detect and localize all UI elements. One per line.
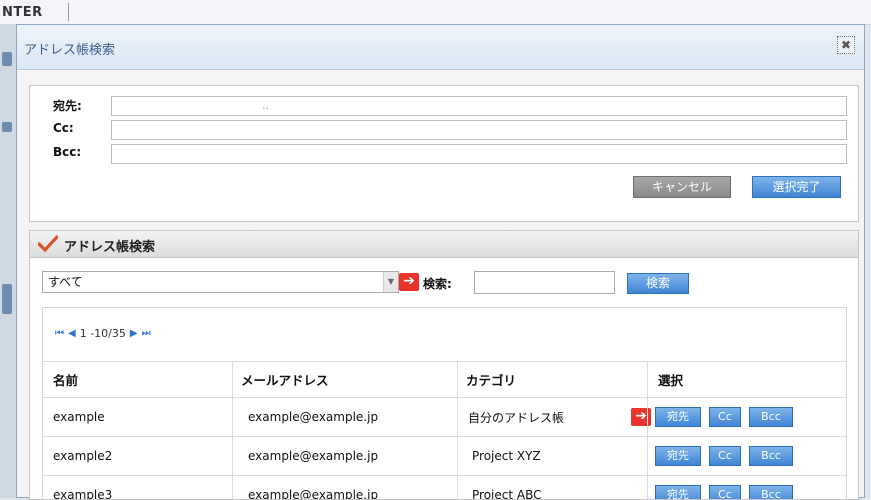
search-panel-title: アドレス帳検索 [64, 240, 156, 255]
cc-label: Cc: [53, 121, 74, 135]
done-button[interactable]: 選択完了 [752, 176, 841, 198]
row-select-actions: 宛先 Cc Bcc [655, 476, 801, 499]
background-app-title: NTER [2, 5, 43, 20]
row-category: Project ABC [472, 488, 542, 500]
table-row: example3 example@example.jp Project ABC … [43, 475, 846, 500]
add-cc-button[interactable]: Cc [709, 446, 741, 466]
table-row: example2 example@example.jp Project XYZ … [43, 436, 846, 475]
close-button[interactable]: ✖ [837, 36, 855, 54]
to-label: 宛先: [53, 99, 82, 113]
arrow-right-icon: ➔ [631, 408, 651, 426]
add-to-button[interactable]: 宛先 [655, 407, 701, 427]
table-header-row: 名前 メールアドレス カテゴリ 選択 [43, 361, 846, 397]
category-select[interactable]: すべて ▼ [42, 271, 399, 293]
row-select-actions: 宛先 Cc Bcc [655, 437, 801, 475]
background-chip [2, 52, 12, 66]
close-icon: ✖ [840, 38, 852, 52]
column-header-category: カテゴリ [466, 373, 517, 388]
tab-separator [68, 3, 69, 21]
row-name: example [53, 410, 105, 424]
add-cc-button[interactable]: Cc [709, 407, 741, 427]
background-chip [2, 284, 12, 314]
bcc-field[interactable] [111, 144, 847, 164]
first-page-icon[interactable]: ⏮ [55, 328, 64, 339]
column-header-name: 名前 [53, 373, 79, 388]
search-label: 検索: [423, 277, 452, 291]
row-category: Project XYZ [472, 449, 541, 463]
to-field[interactable]: .. [111, 96, 847, 116]
table-row: example example@example.jp 自分のアドレス帳 ➔ 宛先… [43, 397, 846, 436]
add-bcc-button[interactable]: Bcc [749, 407, 793, 427]
row-email: example@example.jp [248, 488, 379, 500]
background-left-strip [0, 24, 17, 498]
row-category: 自分のアドレス帳 [468, 410, 565, 425]
chevron-down-icon: ▼ [383, 272, 398, 292]
add-bcc-button[interactable]: Bcc [749, 446, 793, 466]
row-name: example2 [53, 449, 113, 463]
recipients-panel: 宛先: .. Cc: Bcc: キャンセル 選択完了 [29, 85, 859, 222]
address-table: 名前 メールアドレス カテゴリ 選択 example example@examp… [43, 361, 846, 500]
dialog-title: アドレス帳検索 [24, 43, 116, 58]
column-divider [457, 361, 458, 499]
column-header-email: メールアドレス [241, 373, 329, 388]
row-select-actions: ➔ 宛先 Cc Bcc [631, 398, 801, 436]
column-divider [232, 361, 233, 499]
background-app-bar: NTER [0, 0, 871, 25]
row-email: example@example.jp [248, 449, 379, 463]
bcc-label: Bcc: [53, 145, 82, 159]
checkmark-icon [38, 235, 58, 253]
row-email: example@example.jp [248, 410, 379, 424]
category-selected-value: すべて [48, 275, 83, 289]
add-to-button[interactable]: 宛先 [655, 446, 701, 466]
column-divider [647, 361, 648, 499]
arrow-right-icon: ➔ [399, 273, 419, 291]
search-panel-header: アドレス帳検索 [30, 231, 858, 258]
next-page-icon[interactable]: ▶ [130, 328, 138, 339]
address-book-dialog: アドレス帳検索 ✖ 宛先: .. Cc: Bcc: キャンセル 選択完了 アドレ… [16, 24, 865, 500]
page-range: 1 -10/35 [79, 327, 126, 340]
cancel-button[interactable]: キャンセル [633, 176, 731, 198]
prev-page-icon[interactable]: ◀ [68, 328, 76, 339]
search-input[interactable] [474, 271, 615, 294]
search-button[interactable]: 検索 [627, 273, 689, 294]
address-search-panel: アドレス帳検索 すべて ▼ ➔ 検索: 検索 ⏮ ◀ 1 -10/35 ▶ ⏭ … [29, 230, 859, 500]
pager: ⏮ ◀ 1 -10/35 ▶ ⏭ [55, 327, 151, 340]
row-name: example3 [53, 488, 113, 500]
dialog-header: アドレス帳検索 ✖ [17, 25, 864, 70]
background-chip [2, 122, 12, 132]
column-header-select: 選択 [658, 373, 684, 388]
last-page-icon[interactable]: ⏭ [142, 328, 151, 339]
cc-field[interactable] [111, 120, 847, 140]
results-panel: ⏮ ◀ 1 -10/35 ▶ ⏭ 名前 メールアドレス カテゴリ 選択 exam… [42, 307, 847, 500]
